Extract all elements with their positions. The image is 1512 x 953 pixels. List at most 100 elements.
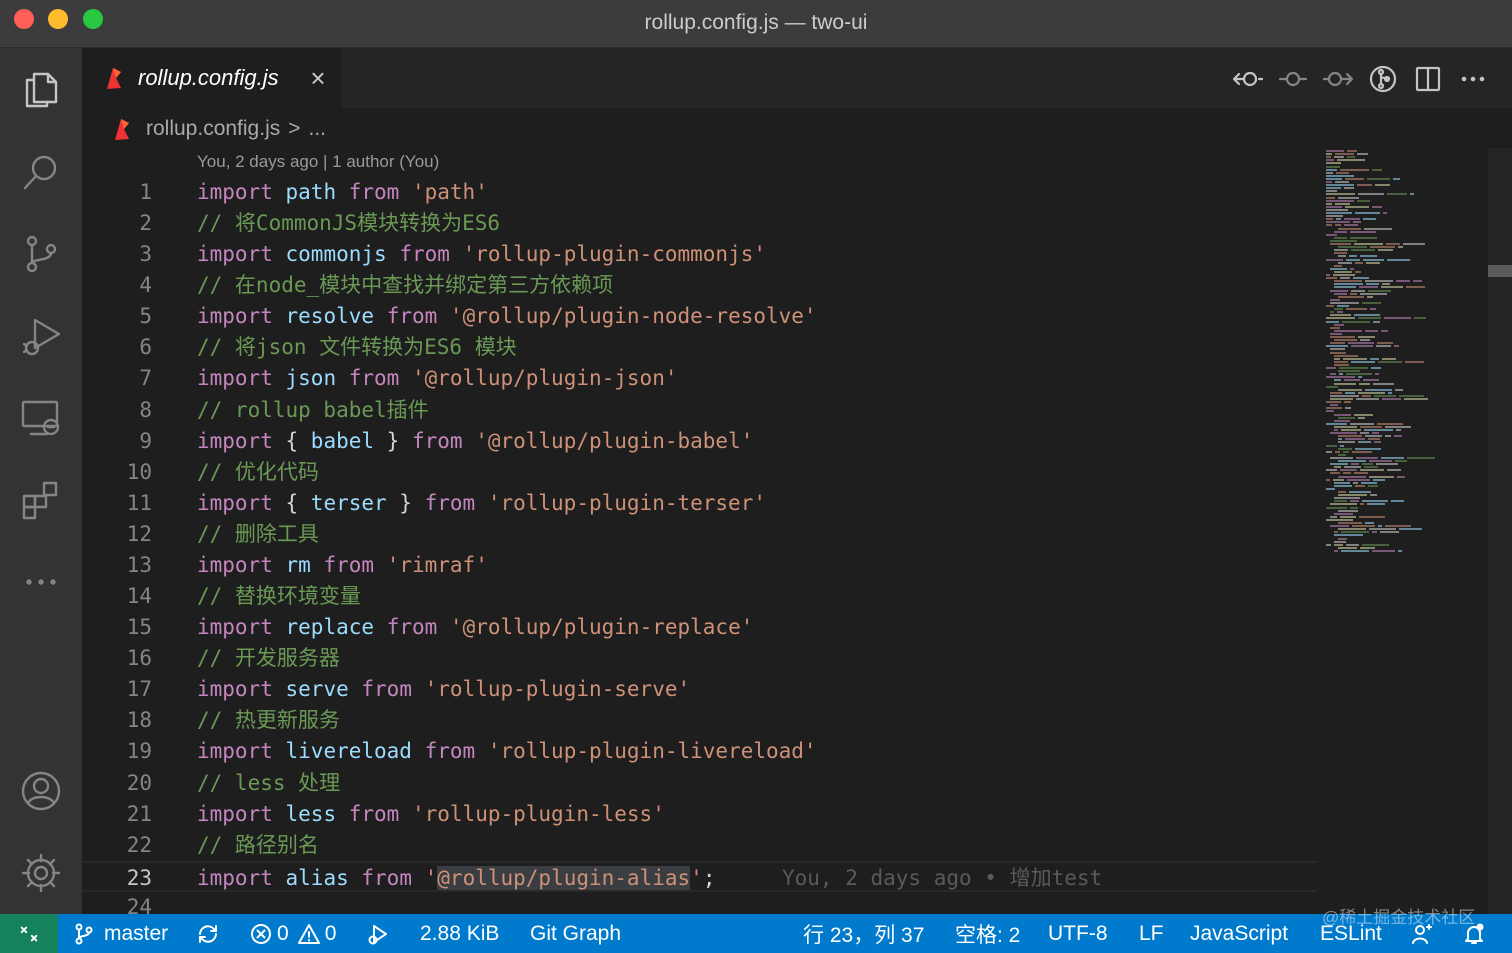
go-back-icon[interactable]	[1231, 62, 1265, 96]
line-number[interactable]: 13	[82, 550, 152, 581]
code-line-current[interactable]: 23 import alias from '@rollup/plugin-alia…	[82, 860, 1317, 894]
minimap-line	[1326, 410, 1334, 413]
line-number[interactable]: 14	[82, 581, 152, 612]
code-line[interactable]: 21 import less from 'rollup-plugin-less'	[82, 799, 1317, 830]
end-of-line[interactable]: LF	[1139, 914, 1164, 953]
minimap-scroll-track[interactable]	[1488, 148, 1512, 914]
inline-git-blame[interactable]: You, 2 days ago • 增加test	[782, 863, 1102, 894]
code-token: rm	[285, 552, 311, 577]
breadcrumb-more[interactable]: ...	[309, 117, 327, 141]
line-number[interactable]: 3	[82, 239, 152, 270]
minimap-line	[1354, 413, 1373, 416]
debug-status-icon[interactable]	[366, 914, 390, 953]
line-number[interactable]: 11	[82, 488, 152, 519]
line-number[interactable]: 7	[82, 363, 152, 394]
file-size[interactable]: 2.88 KiB	[420, 914, 499, 953]
line-number[interactable]: 5	[82, 301, 152, 332]
encoding[interactable]: UTF-8	[1048, 914, 1108, 953]
run-debug-icon[interactable]	[0, 296, 82, 376]
code-line[interactable]: 4 // 在node_模块中查找并绑定第三方依赖项	[82, 270, 1317, 301]
code-line[interactable]: 6 // 将json 文件转换为ES6 模块	[82, 332, 1317, 363]
line-number[interactable]: 23	[82, 863, 152, 894]
line-number[interactable]: 16	[82, 643, 152, 674]
settings-gear-icon[interactable]	[0, 833, 82, 913]
code-line[interactable]: 17 import serve from 'rollup-plugin-serve…	[82, 674, 1317, 705]
branch-indicator[interactable]: master	[72, 914, 168, 953]
code-token: resolve	[285, 304, 375, 329]
line-number[interactable]: 24	[82, 892, 152, 914]
git-commit-icon[interactable]	[1276, 62, 1310, 96]
git-graph-button[interactable]: Git Graph	[530, 914, 621, 953]
line-number[interactable]: 22	[82, 830, 152, 861]
tab-close-icon[interactable]: ×	[304, 63, 332, 93]
git-graph-icon[interactable]	[1366, 62, 1400, 96]
code-line[interactable]: 11 import { terser } from 'rollup-plugin-…	[82, 488, 1317, 519]
minimap-line	[1335, 450, 1340, 453]
code-line[interactable]: 14 // 替换环境变量	[82, 581, 1317, 612]
line-number[interactable]: 20	[82, 768, 152, 799]
minimap-line	[1374, 441, 1381, 444]
minimap-line	[1338, 546, 1357, 549]
line-number[interactable]: 10	[82, 457, 152, 488]
code-line[interactable]: 15 import replace from '@rollup/plugin-re…	[82, 612, 1317, 643]
minimap-line	[1388, 391, 1392, 394]
code-line[interactable]: 9 import { babel } from '@rollup/plugin-b…	[82, 426, 1317, 457]
line-number[interactable]: 6	[82, 332, 152, 363]
remote-indicator-icon[interactable]	[0, 914, 58, 953]
scrollbar-thumb[interactable]	[1488, 265, 1512, 277]
line-number[interactable]: 4	[82, 270, 152, 301]
code-line[interactable]: 22 // 路径别名	[82, 830, 1317, 861]
search-icon[interactable]	[0, 132, 82, 212]
cursor-position[interactable]: 行 23，列 37	[803, 914, 924, 953]
code-line[interactable]: 16 // 开发服务器	[82, 643, 1317, 674]
line-number[interactable]: 2	[82, 208, 152, 239]
source-control-icon[interactable]	[0, 214, 82, 294]
code-line[interactable]: 13 import rm from 'rimraf'	[82, 550, 1317, 581]
problems-indicator[interactable]: 0 0	[249, 914, 336, 953]
code-line[interactable]: 20 // less 处理	[82, 768, 1317, 799]
code-token: import	[197, 180, 273, 204]
code-line[interactable]: 18 // 热更新服务	[82, 705, 1317, 736]
code-line[interactable]: 24	[82, 892, 1317, 914]
minimap-line	[1336, 218, 1341, 221]
line-number[interactable]: 18	[82, 705, 152, 736]
chevron-right-icon: >	[288, 117, 301, 140]
sync-icon[interactable]	[196, 914, 220, 953]
line-number[interactable]: 12	[82, 519, 152, 550]
code-line[interactable]: 8 // rollup babel插件	[82, 395, 1317, 426]
language-mode[interactable]: JavaScript	[1190, 914, 1288, 953]
indentation[interactable]: 空格: 2	[955, 914, 1020, 953]
code-line[interactable]: 19 import livereload from 'rollup-plugin-…	[82, 736, 1317, 767]
code-line[interactable]: 7 import json from '@rollup/plugin-json'	[82, 363, 1317, 394]
minimap-line	[1334, 360, 1348, 363]
tab-rollup-config[interactable]: rollup.config.js	[82, 48, 342, 108]
code-line[interactable]: 3 import commonjs from 'rollup-plugin-com…	[82, 239, 1317, 270]
line-number[interactable]: 9	[82, 426, 152, 457]
code-line[interactable]: 10 // 优化代码	[82, 457, 1317, 488]
code-line[interactable]: 12 // 删除工具	[82, 519, 1317, 550]
line-number[interactable]: 15	[82, 612, 152, 643]
code-line[interactable]: 2 // 将CommonJS模块转换为ES6	[82, 208, 1317, 239]
minimap[interactable]	[1318, 148, 1512, 914]
accounts-icon[interactable]	[0, 751, 82, 831]
code-line[interactable]: 1 import path from 'path'	[82, 177, 1317, 208]
more-icon[interactable]	[0, 542, 82, 622]
extensions-icon[interactable]	[0, 460, 82, 540]
go-forward-icon[interactable]	[1321, 62, 1355, 96]
breadcrumb-file[interactable]: rollup.config.js	[146, 117, 280, 141]
code-editor[interactable]: You, 2 days ago | 1 author (You) 1 import…	[82, 148, 1317, 914]
code-line[interactable]: 5 import resolve from '@rollup/plugin-nod…	[82, 301, 1317, 332]
split-editor-icon[interactable]	[1411, 62, 1445, 96]
remote-explorer-icon[interactable]	[0, 378, 82, 458]
line-number[interactable]: 1	[82, 177, 152, 208]
explorer-icon[interactable]	[0, 50, 82, 130]
line-number[interactable]: 17	[82, 674, 152, 705]
minimap-line	[1342, 320, 1370, 323]
line-number[interactable]: 19	[82, 736, 152, 767]
line-number[interactable]: 8	[82, 395, 152, 426]
git-blame-codelens[interactable]: You, 2 days ago | 1 author (You)	[197, 152, 439, 172]
more-actions-icon[interactable]	[1456, 62, 1490, 96]
line-number[interactable]: 21	[82, 799, 152, 830]
